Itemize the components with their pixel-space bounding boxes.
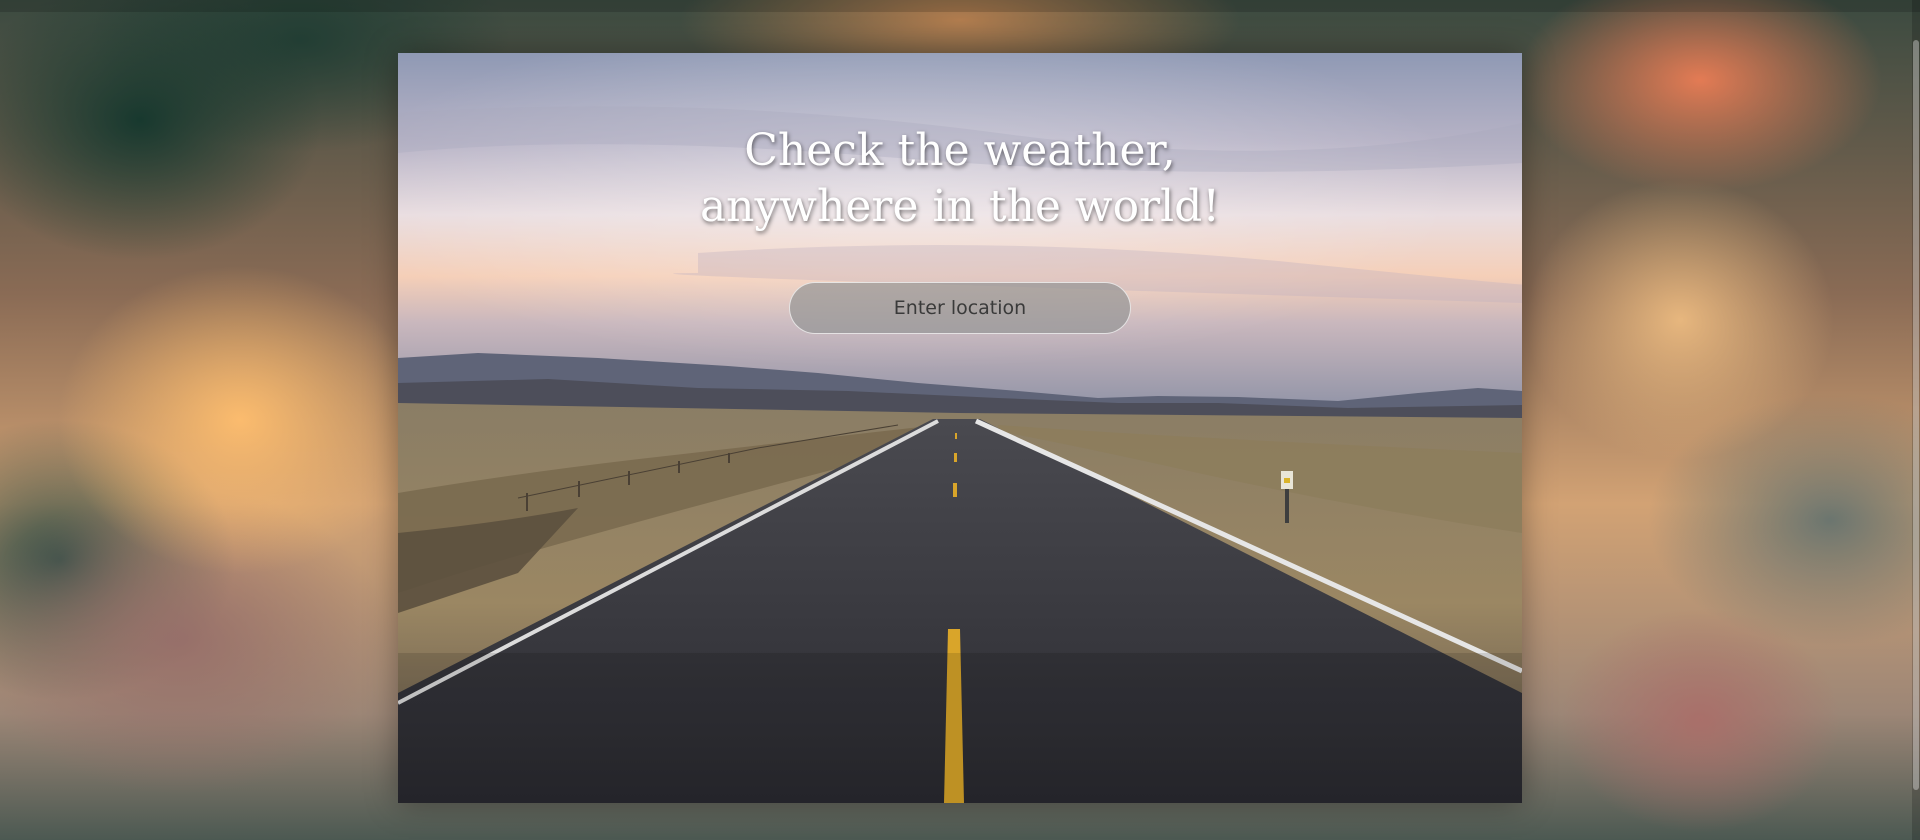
scrollbar-thumb[interactable] [1913,40,1919,790]
hero-heading: Check the weather, anywhere in the world… [398,123,1522,235]
location-search [789,282,1131,334]
hero-heading-line-1: Check the weather, [744,125,1176,176]
page-background: Check the weather, anywhere in the world… [0,0,1920,840]
hero-card: Check the weather, anywhere in the world… [398,53,1522,803]
location-input[interactable] [789,282,1131,334]
page-scrollbar[interactable] [1912,0,1920,840]
top-strip [0,0,1920,12]
hero-heading-line-2: anywhere in the world! [699,181,1221,232]
